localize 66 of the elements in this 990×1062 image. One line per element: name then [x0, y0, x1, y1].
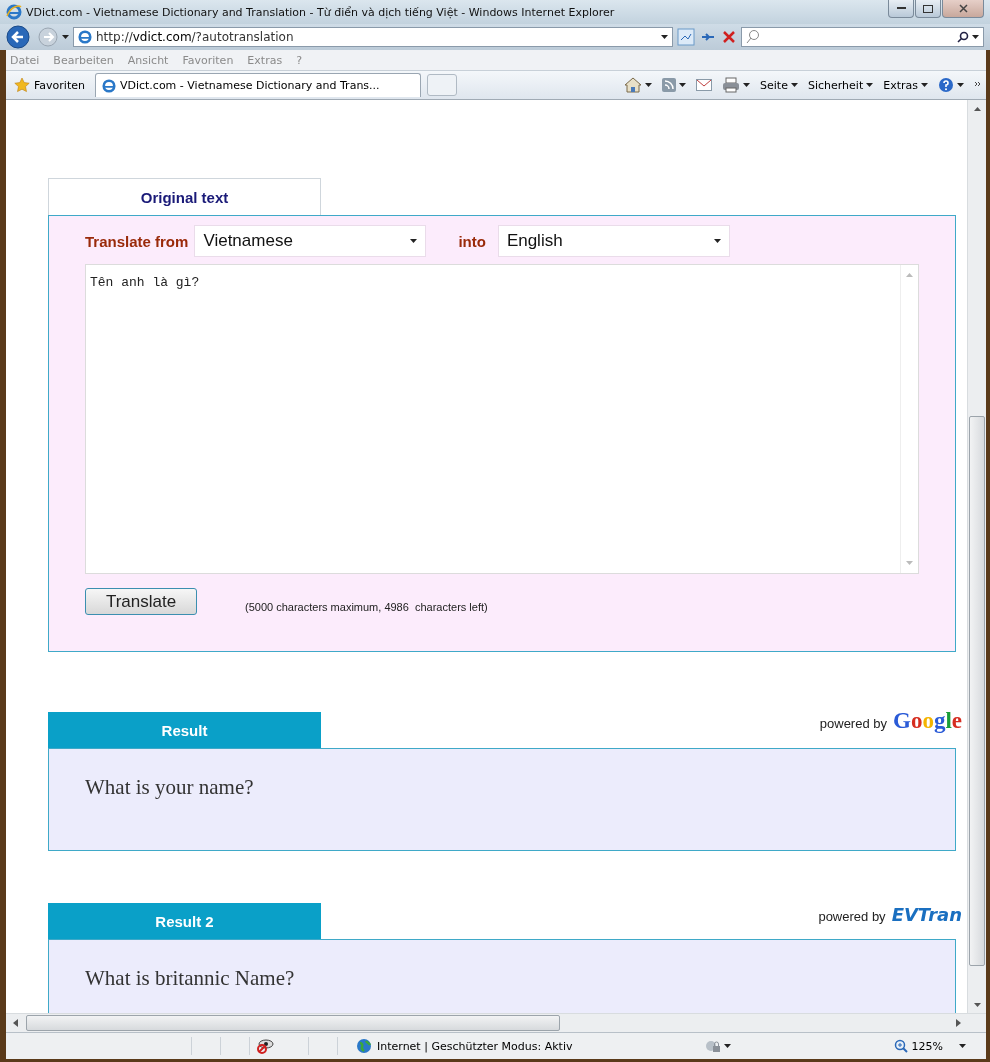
compatibility-icon[interactable] — [677, 28, 695, 46]
minimize-icon — [896, 7, 906, 10]
close-icon — [958, 4, 968, 13]
vertical-scrollbar[interactable] — [967, 100, 986, 1013]
caret-icon — [866, 83, 874, 87]
search-provider-icon — [746, 29, 760, 45]
powered-by-label: powered by — [819, 716, 887, 731]
caret-icon — [713, 239, 721, 243]
star-icon — [14, 77, 30, 93]
scroll-down-icon[interactable] — [973, 1002, 981, 1007]
window-title: VDict.com - Vietnamese Dictionary and Translation - Từ điển và dịch tiếng Việt - Windows Internet Explorer — [26, 5, 616, 19]
command-menu[interactable]: Seite — [760, 78, 798, 92]
caret-icon — [959, 1044, 966, 1048]
close-button[interactable] — [942, 0, 984, 18]
caret-icon — [679, 83, 687, 87]
caret-icon — [790, 83, 798, 87]
browser-tab[interactable]: VDict.com - Vietnamese Dictionary and Trans... — [94, 73, 421, 97]
powered-by-label: powered by — [818, 909, 886, 924]
scroll-up-icon[interactable] — [973, 106, 981, 111]
search-icon[interactable] — [957, 31, 969, 43]
caret-icon — [645, 83, 653, 87]
printer-icon[interactable] — [722, 77, 741, 93]
home-icon[interactable] — [624, 77, 643, 93]
page-icon — [101, 78, 116, 93]
chevron-icon[interactable] — [974, 81, 982, 89]
page-icon — [78, 30, 92, 44]
history-caret-icon — [62, 35, 69, 39]
security-zone-text: Internet | Geschützter Modus: Aktiv — [377, 1039, 573, 1053]
minimize-button[interactable] — [888, 0, 914, 18]
globe-icon — [356, 1038, 372, 1054]
command-menu[interactable]: Sicherheit — [807, 78, 874, 92]
lock-icon[interactable] — [705, 1038, 721, 1054]
evtran-logo: EVTran — [891, 904, 962, 925]
help-icon[interactable] — [938, 77, 954, 93]
zoom-button[interactable]: 125% — [887, 1038, 972, 1054]
address-field[interactable]: http://vdict.com/?autotranslation — [73, 27, 673, 47]
horizontal-scrollbar[interactable] — [6, 1013, 986, 1032]
caret-icon — [921, 83, 928, 87]
privacy-icon[interactable] — [256, 1038, 274, 1054]
caret-icon — [724, 1044, 731, 1048]
command-menu[interactable]: Extras — [883, 78, 928, 92]
character-limit-note: (5000 characters maximum, 4986 characters left) — [245, 600, 488, 613]
source-language-select[interactable]: Vietnamese — [194, 225, 427, 257]
caret-icon — [743, 83, 751, 87]
search-field[interactable] — [741, 27, 984, 47]
translation-result: What is your name? — [85, 775, 254, 799]
stop-icon[interactable] — [721, 29, 737, 45]
mail-icon[interactable] — [696, 79, 713, 91]
maximize-button[interactable] — [915, 0, 941, 18]
browser-logo-icon — [6, 4, 22, 20]
caret-icon — [957, 83, 964, 87]
forward-button[interactable] — [38, 27, 58, 47]
target-language-select[interactable]: English — [497, 225, 730, 257]
caret-icon — [661, 35, 668, 39]
google-logo: Google — [893, 708, 962, 734]
translate-button[interactable]: Translate — [85, 588, 197, 615]
favorites-button[interactable]: Favoriten — [10, 75, 89, 95]
caret-icon — [972, 35, 979, 39]
from-label: Translate from — [85, 232, 189, 250]
feed-icon[interactable] — [662, 78, 677, 92]
translation-result: What is britannic Name? — [85, 966, 295, 990]
original-text-tab[interactable]: Original text — [48, 178, 321, 215]
zoom-icon — [893, 1039, 908, 1053]
maximize-icon — [923, 4, 933, 13]
into-label: into — [458, 232, 486, 250]
caret-icon — [410, 239, 418, 243]
